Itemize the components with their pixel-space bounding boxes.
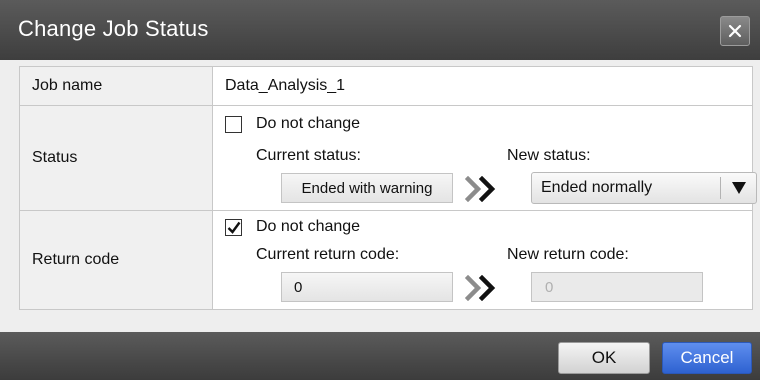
return-code-do-not-change-checkbox[interactable]: [225, 219, 242, 236]
dropdown-arrow-icon: [732, 182, 746, 194]
status-row: Status Do not change Current status: End…: [19, 105, 757, 211]
checkmark-icon: [227, 221, 240, 234]
new-return-code-value: 0: [545, 278, 554, 296]
dialog-footer: OK Cancel: [0, 332, 760, 380]
current-return-code-label: Current return code:: [256, 246, 400, 263]
current-status-value: Ended with warning: [301, 179, 433, 197]
status-label: Status: [19, 105, 213, 211]
job-status-form: Job name Data_Analysis_1 Status Do not c…: [19, 66, 757, 310]
status-do-not-change-label: Do not change: [256, 115, 361, 132]
new-return-code-input[interactable]: 0: [531, 272, 703, 302]
ok-button[interactable]: OK: [558, 342, 650, 374]
close-icon: [728, 24, 742, 38]
status-do-not-change-checkbox[interactable]: [225, 116, 242, 133]
return-code-row: Return code Do not change Current return…: [19, 210, 753, 310]
cancel-button[interactable]: Cancel: [662, 342, 752, 374]
arrow-right-icon: [465, 275, 496, 301]
close-button[interactable]: [720, 16, 750, 46]
current-return-code-field: 0: [281, 272, 453, 302]
new-status-value: Ended normally: [541, 179, 653, 196]
dialog-titlebar: Change Job Status: [0, 0, 760, 60]
job-name-value: Data_Analysis_1: [212, 66, 753, 106]
current-status-field: Ended with warning: [281, 173, 453, 203]
new-status-label: New status:: [507, 147, 591, 164]
current-return-code-value: 0: [294, 278, 303, 296]
return-code-do-not-change-label: Do not change: [256, 218, 361, 235]
job-name-row: Job name Data_Analysis_1: [19, 66, 753, 106]
dialog-title: Change Job Status: [18, 16, 209, 41]
new-status-select[interactable]: Ended normally: [531, 172, 757, 204]
job-name-label: Job name: [19, 66, 213, 106]
current-status-label: Current status:: [256, 147, 361, 164]
new-return-code-label: New return code:: [507, 246, 629, 263]
return-code-label: Return code: [19, 210, 213, 310]
arrow-right-icon: [465, 176, 496, 202]
